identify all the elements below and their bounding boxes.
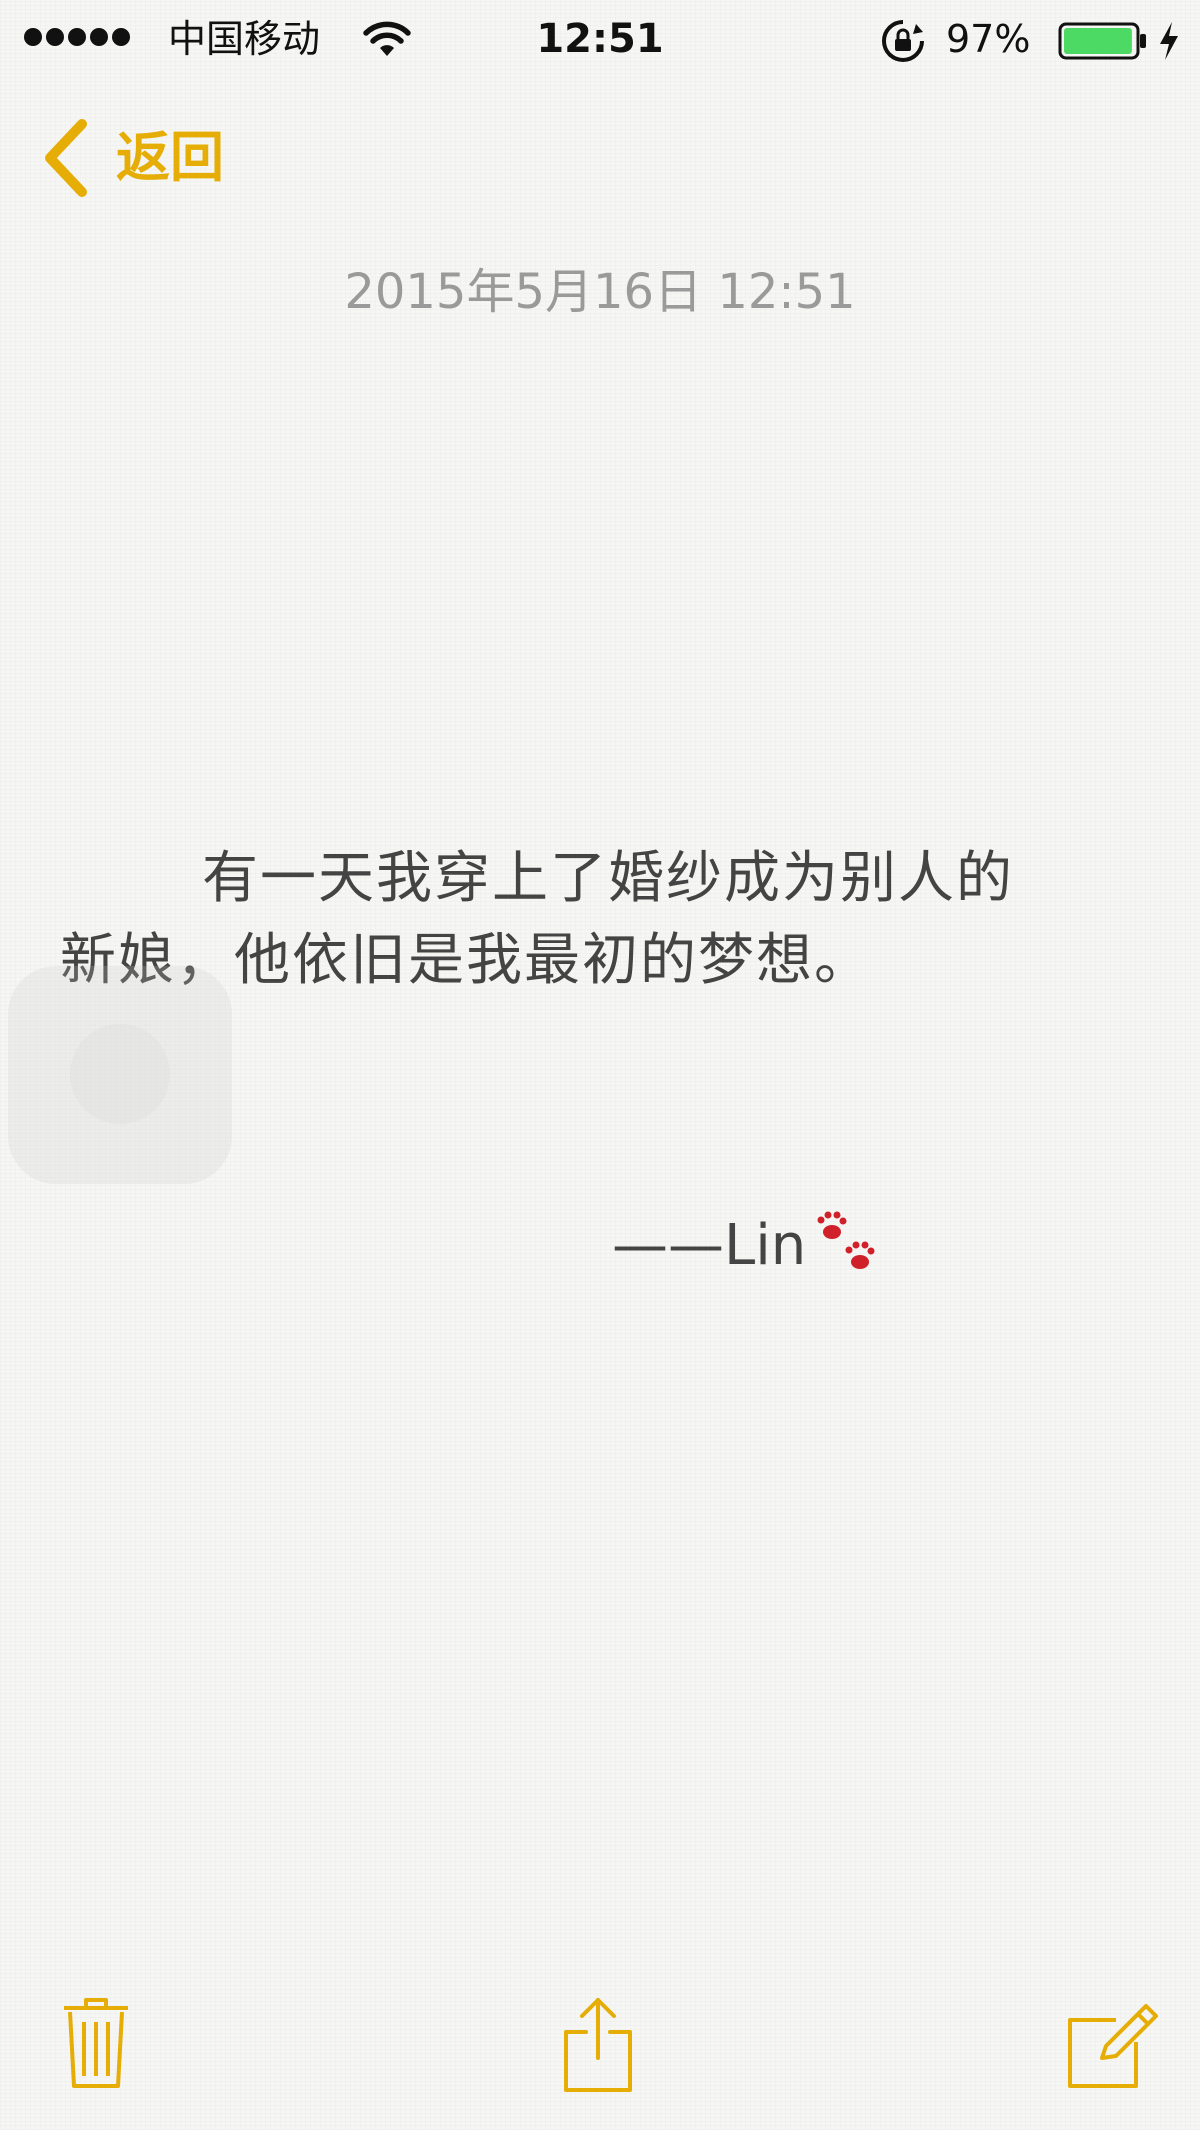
- delete-button[interactable]: [60, 1996, 132, 2092]
- assistive-touch-inner: [70, 1024, 170, 1124]
- battery-icon: [1058, 22, 1146, 60]
- chevron-left-icon: [45, 119, 87, 197]
- status-bar: 中国移动 12:51 97%: [0, 0, 1200, 80]
- trash-icon: [64, 1998, 128, 2088]
- compose-button[interactable]: [1066, 2002, 1162, 2090]
- note-line: 有一天我穿上了婚纱成为别人的: [202, 846, 1014, 911]
- assistive-touch-button[interactable]: [8, 966, 232, 1184]
- charging-bolt-icon: [1160, 22, 1178, 60]
- note-signature: ——Lin: [612, 1206, 890, 1286]
- signature-text: ——Lin: [612, 1213, 807, 1278]
- back-button[interactable]: 返回: [38, 116, 224, 200]
- compose-icon: [1068, 2004, 1158, 2088]
- back-label: 返回: [116, 126, 224, 189]
- share-icon: [564, 1998, 632, 2092]
- share-button[interactable]: [560, 1994, 636, 2094]
- rotation-lock-icon: [882, 20, 924, 62]
- paw-prints-icon: [817, 1211, 875, 1269]
- note-body[interactable]: 有一天我穿上了婚纱成为别人的 新娘，他依旧是我最初的梦想。: [60, 838, 1120, 1002]
- battery-percent: 97%: [946, 17, 1031, 61]
- note-date: 2015年5月16日 12:51: [344, 264, 856, 320]
